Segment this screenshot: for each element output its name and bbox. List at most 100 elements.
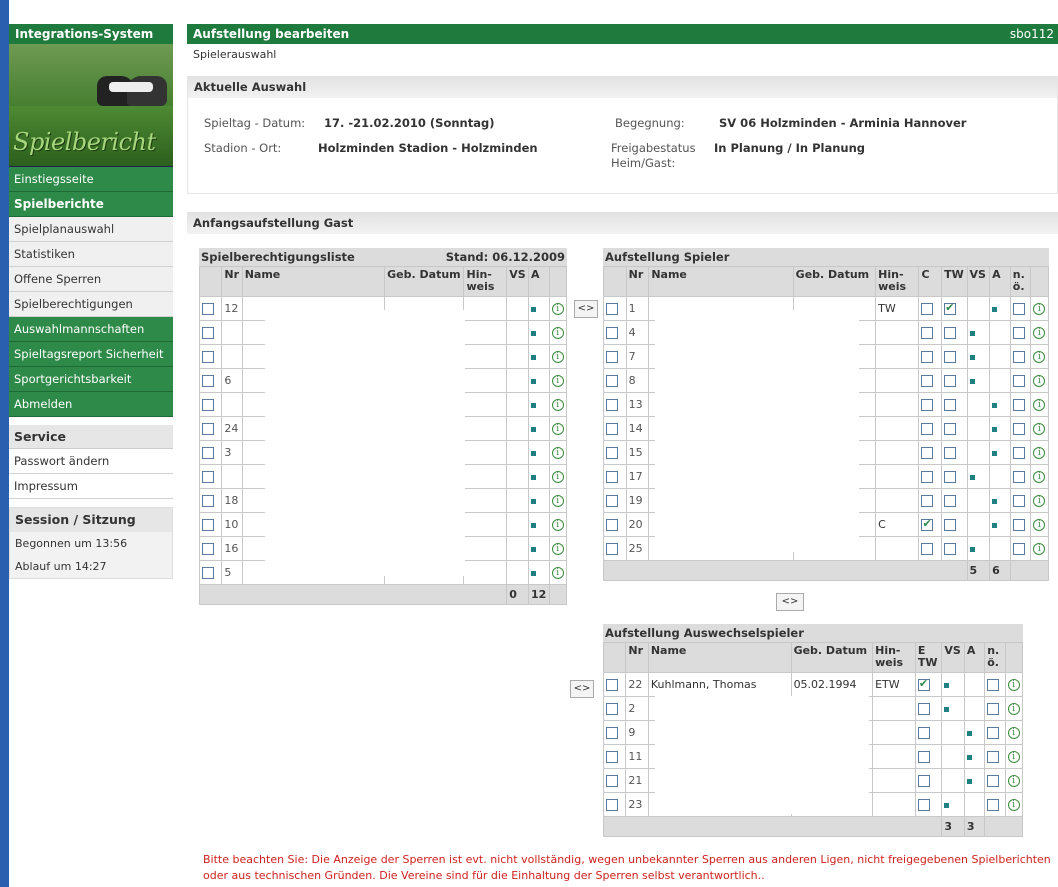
goalkeeper-checkbox[interactable] [944, 471, 957, 483]
select-checkbox[interactable] [606, 703, 618, 715]
select-checkbox[interactable] [202, 567, 214, 579]
info-icon[interactable]: i [551, 399, 564, 411]
select-checkbox[interactable] [606, 775, 618, 787]
select-checkbox[interactable] [202, 543, 214, 555]
info-icon[interactable]: i [1007, 775, 1020, 787]
select-checkbox[interactable] [202, 399, 214, 411]
etw-checkbox[interactable] [917, 677, 930, 691]
info-icon[interactable]: i [1033, 327, 1046, 339]
info-icon[interactable]: i [1007, 727, 1020, 739]
info-icon[interactable]: i [1033, 495, 1046, 507]
select-checkbox[interactable] [606, 679, 618, 691]
not-public-checkbox[interactable] [1012, 423, 1025, 435]
etw-checkbox[interactable] [917, 703, 930, 715]
info-icon[interactable]: i [551, 423, 564, 435]
not-public-checkbox[interactable] [1012, 399, 1025, 411]
goalkeeper-checkbox[interactable] [944, 327, 957, 339]
info-icon[interactable]: i [1033, 351, 1046, 363]
not-public-checkbox[interactable] [1012, 495, 1025, 507]
info-icon[interactable]: i [551, 375, 564, 387]
info-icon[interactable]: i [551, 495, 564, 507]
select-checkbox[interactable] [606, 727, 618, 739]
select-checkbox[interactable] [202, 375, 214, 387]
captain-checkbox[interactable] [921, 517, 934, 531]
goalkeeper-checkbox[interactable] [944, 423, 957, 435]
goalkeeper-checkbox[interactable] [944, 351, 957, 363]
goalkeeper-checkbox[interactable] [944, 301, 957, 315]
not-public-checkbox[interactable] [1012, 543, 1025, 555]
etw-checkbox[interactable] [917, 727, 930, 739]
select-checkbox[interactable] [606, 375, 618, 387]
captain-checkbox[interactable] [921, 447, 934, 459]
goalkeeper-checkbox[interactable] [944, 375, 957, 387]
sidebar-item-impressum[interactable]: Impressum [9, 474, 173, 499]
goalkeeper-checkbox[interactable] [944, 495, 957, 507]
info-icon[interactable]: i [1033, 519, 1046, 531]
goalkeeper-checkbox[interactable] [944, 519, 957, 531]
select-checkbox[interactable] [202, 351, 214, 363]
info-icon[interactable]: i [1033, 399, 1046, 411]
select-checkbox[interactable] [606, 495, 618, 507]
info-icon[interactable]: i [551, 471, 564, 483]
select-checkbox[interactable] [606, 327, 618, 339]
select-checkbox[interactable] [606, 399, 618, 411]
select-checkbox[interactable] [606, 799, 618, 811]
not-public-checkbox[interactable] [1012, 303, 1025, 315]
goalkeeper-checkbox[interactable] [944, 399, 957, 411]
select-checkbox[interactable] [606, 423, 618, 435]
info-icon[interactable]: i [551, 327, 564, 339]
select-checkbox[interactable] [606, 303, 618, 315]
info-icon[interactable]: i [1033, 303, 1046, 315]
captain-checkbox[interactable] [921, 327, 934, 339]
not-public-checkbox[interactable] [1012, 471, 1025, 483]
not-public-checkbox[interactable] [987, 751, 1000, 763]
info-icon[interactable]: i [1033, 423, 1046, 435]
swap-button-center[interactable]: <> [776, 593, 804, 611]
swap-button-lineup[interactable]: <> [574, 300, 598, 318]
not-public-checkbox[interactable] [1012, 351, 1025, 363]
captain-checkbox[interactable] [921, 303, 934, 315]
not-public-checkbox[interactable] [987, 703, 1000, 715]
select-checkbox[interactable] [606, 543, 618, 555]
not-public-checkbox[interactable] [987, 727, 1000, 739]
info-icon[interactable]: i [1033, 471, 1046, 483]
captain-checkbox[interactable] [921, 375, 934, 387]
info-icon[interactable]: i [551, 303, 564, 315]
captain-checkbox[interactable] [921, 543, 934, 555]
sidebar-item-einstiegsseite[interactable]: Einstiegsseite [9, 167, 173, 192]
not-public-checkbox[interactable] [987, 679, 1000, 691]
captain-checkbox[interactable] [921, 399, 934, 411]
sidebar-item-spielberechtigungen[interactable]: Spielberechtigungen [9, 292, 173, 317]
select-checkbox[interactable] [202, 447, 214, 459]
sidebar-item-abmelden[interactable]: Abmelden [9, 392, 173, 417]
info-icon[interactable]: i [1007, 751, 1020, 763]
etw-checkbox[interactable] [917, 799, 930, 811]
not-public-checkbox[interactable] [987, 799, 1000, 811]
captain-checkbox[interactable] [921, 351, 934, 363]
select-checkbox[interactable] [606, 751, 618, 763]
select-checkbox[interactable] [606, 519, 618, 531]
sidebar-item-passwort-aendern[interactable]: Passwort ändern [9, 449, 173, 474]
info-icon[interactable]: i [551, 447, 564, 459]
info-icon[interactable]: i [551, 351, 564, 363]
not-public-checkbox[interactable] [1012, 519, 1025, 531]
sidebar-item-offene-sperren[interactable]: Offene Sperren [9, 267, 173, 292]
info-icon[interactable]: i [1007, 679, 1020, 691]
swap-button-subs[interactable]: <> [570, 680, 594, 698]
sidebar-item-statistiken[interactable]: Statistiken [9, 242, 173, 267]
sidebar-item-spieltagsreport-sicherheit[interactable]: Spieltagsreport Sicherheit [9, 342, 173, 367]
captain-checkbox[interactable] [921, 423, 934, 435]
info-icon[interactable]: i [1033, 375, 1046, 387]
not-public-checkbox[interactable] [1012, 375, 1025, 387]
etw-checkbox[interactable] [917, 775, 930, 787]
goalkeeper-checkbox[interactable] [944, 447, 957, 459]
select-checkbox[interactable] [606, 447, 618, 459]
not-public-checkbox[interactable] [1012, 447, 1025, 459]
sidebar-item-spielplanauswahl[interactable]: Spielplanauswahl [9, 217, 173, 242]
select-checkbox[interactable] [606, 351, 618, 363]
etw-checkbox[interactable] [917, 751, 930, 763]
not-public-checkbox[interactable] [987, 775, 1000, 787]
sidebar-item-auswahlmannschaften[interactable]: Auswahlmannschaften [9, 317, 173, 342]
info-icon[interactable]: i [1007, 799, 1020, 811]
info-icon[interactable]: i [551, 567, 564, 579]
